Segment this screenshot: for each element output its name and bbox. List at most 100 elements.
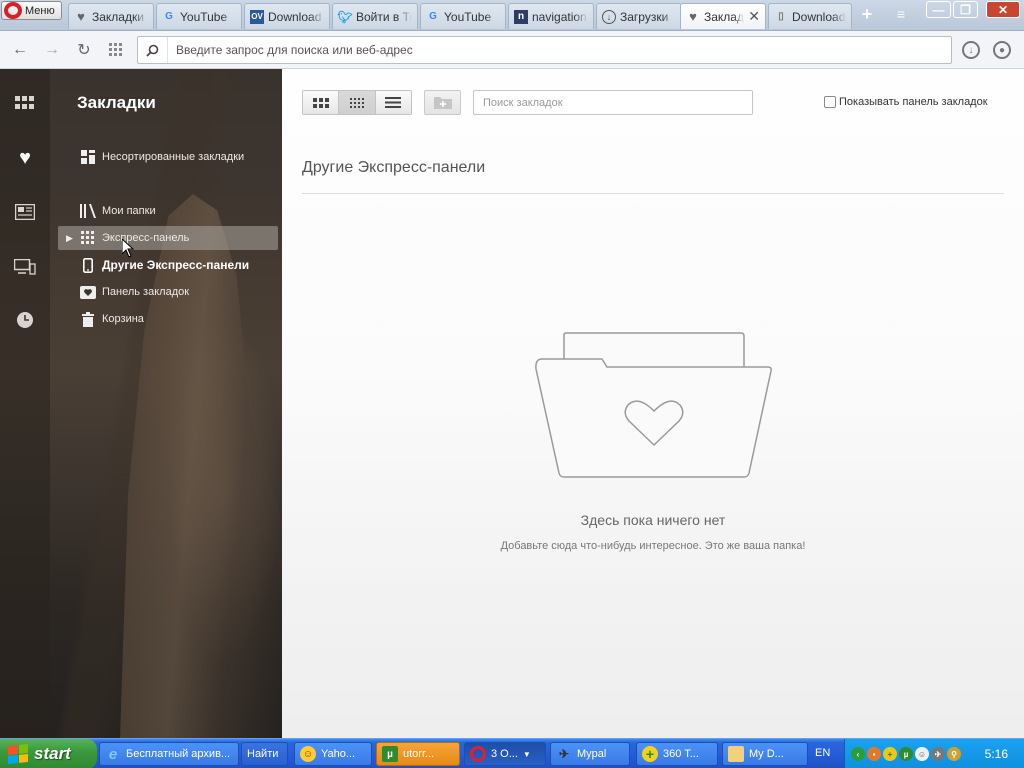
sidebar-item-trash[interactable]: Корзина [58,307,278,331]
left-icon-rail: ♥ [0,69,50,738]
task-utorrent[interactable]: µ utorr... [376,742,460,766]
close-tab-icon[interactable]: ✕ [748,8,760,25]
show-bookmarks-bar-toggle[interactable]: Показывать панель закладок [824,96,988,108]
close-window-icon[interactable]: ✕ [986,1,1020,18]
tray-arrow-icon[interactable]: ‹ [851,747,865,761]
tray-shield-icon[interactable]: ▪ [867,747,881,761]
bookmarks-sidebar: Закладки Несортированные закладки Мои па… [50,69,282,738]
tab-youtube-1[interactable]: G YouTube [156,3,242,29]
task-ie-archive[interactable]: e Бесплатный архив... [99,742,239,766]
maximize-icon[interactable]: ❐ [953,1,978,18]
360-icon: + [642,746,658,762]
google-icon: G [165,11,173,22]
heart-icon[interactable]: ♥ [13,146,37,170]
empty-folder-heart-icon [535,332,772,478]
history-clock-icon[interactable] [13,308,37,332]
reload-icon[interactable]: ↻ [74,40,94,60]
tab-download-1[interactable]: OV Download [244,3,330,29]
minimize-icon[interactable]: — [926,1,951,18]
tray-mypal-icon[interactable]: ✈ [931,747,945,761]
tab-youtube-2[interactable]: G YouTube [420,3,506,29]
phone-icon [80,257,96,273]
language-indicator[interactable]: EN [815,747,830,759]
task-360[interactable]: + 360 T... [636,742,718,766]
task-find[interactable]: Найти [241,742,288,766]
speed-dial-icon [80,230,96,246]
tab-menu-icon[interactable]: ≡ [890,4,912,24]
tray-360-icon[interactable]: + [883,747,897,761]
main-content: Показывать панель закладок Другие Экспре… [282,69,1024,738]
system-tray: ‹ ▪ + µ ☺ ✈ ⚲ 5:16 [844,739,1024,768]
empty-state-subtitle: Добавьте сюда что-нибудь интересное. Это… [500,540,806,552]
tab-downloads[interactable]: ↓ Загрузки [596,3,682,29]
address-input[interactable] [168,37,951,63]
mouse-cursor-icon [122,239,134,258]
sidebar-item-bookmarks-bar[interactable]: Панель закладок [58,280,278,304]
tab-navigation[interactable]: n navigation [508,3,594,29]
new-folder-button[interactable] [424,90,461,115]
unsorted-icon [80,149,96,165]
tab-strip: Меню ♥ Закладки G YouTube OV Download 🐦︎… [0,0,1024,31]
section-divider [302,193,1004,194]
bookmarks-search-input[interactable] [474,91,752,114]
small-grid-icon [349,97,364,108]
google-icon: G [429,11,437,22]
heart-icon [80,284,96,300]
account-icon[interactable]: ● [993,41,1011,59]
trash-icon [80,311,96,327]
back-arrow-icon[interactable]: ← [10,40,30,60]
sidebar-item-my-folders[interactable]: Мои папки [58,199,278,223]
downloads-icon[interactable]: ↓ [962,41,980,59]
clock[interactable]: 5:16 [985,747,1008,761]
heart-icon: ♥ [689,9,697,24]
speed-dial-icon[interactable] [13,91,37,115]
ie-icon: e [108,745,118,763]
opera-menu-button[interactable]: Меню [1,1,62,20]
task-yahoo[interactable]: ☺ Yaho... [294,742,372,766]
show-bookmarks-bar-checkbox[interactable] [824,96,836,108]
start-button[interactable]: start [0,739,97,768]
task-mypal[interactable]: ✈ Mypal [550,742,630,766]
page-icon: ▯ [778,11,784,22]
tray-utorrent-icon[interactable]: µ [899,747,913,761]
news-icon[interactable] [13,200,37,224]
list-view-button[interactable] [375,91,411,114]
sync-devices-icon[interactable] [13,255,37,279]
large-grid-view-button[interactable] [303,91,340,114]
bookmarks-search[interactable] [473,90,753,115]
sidebar-item-unsorted[interactable]: Несортированные закладки [58,145,278,169]
folder-icon [728,746,744,762]
download-icon: ↓ [602,9,616,24]
tab-bookmarks-active[interactable]: ♥ Закладки ✕ [680,3,766,29]
forward-arrow-icon[interactable]: → [42,40,62,60]
task-my-documents[interactable]: My D... [722,742,808,766]
tab-bookmarks-1[interactable]: ♥ Закладки [68,3,154,29]
search-icon [138,37,168,63]
new-tab-icon[interactable]: + [856,4,878,24]
menu-label: Меню [25,4,55,17]
opera-icon [470,746,486,762]
task-group-arrow-icon: ▼ [522,749,531,759]
tray-smiley-icon[interactable]: ☺ [915,747,929,761]
mypal-icon: ✈ [558,747,570,761]
sidebar-item-speed-dial[interactable]: ▶ Экспресс-панель [58,226,278,250]
tab-download-2[interactable]: ▯ Download [768,3,852,29]
utorrent-icon: µ [382,746,398,762]
tray-search-icon[interactable]: ⚲ [947,747,961,761]
address-bar[interactable] [137,36,952,64]
speed-dial-grid-icon[interactable] [106,40,126,60]
view-mode-toggle [302,90,412,115]
task-opera[interactable]: 3 O... ▼ [464,742,546,766]
add-folder-icon [433,97,452,109]
large-grid-icon [312,97,329,108]
show-bookmarks-bar-label: Показывать панель закладок [839,96,988,108]
section-title: Другие Экспресс-панели [302,159,486,176]
n-icon: n [514,9,528,24]
list-icon [385,97,402,108]
sidebar-item-other-speed-dials[interactable]: Другие Экспресс-панели [58,253,278,277]
expand-arrow-icon[interactable]: ▶ [66,233,73,244]
tab-twitter[interactable]: 🐦︎ Войти в Tr [332,3,418,29]
folders-icon [80,203,96,219]
windows-logo-icon [8,743,28,765]
medium-grid-view-button[interactable] [339,91,376,114]
